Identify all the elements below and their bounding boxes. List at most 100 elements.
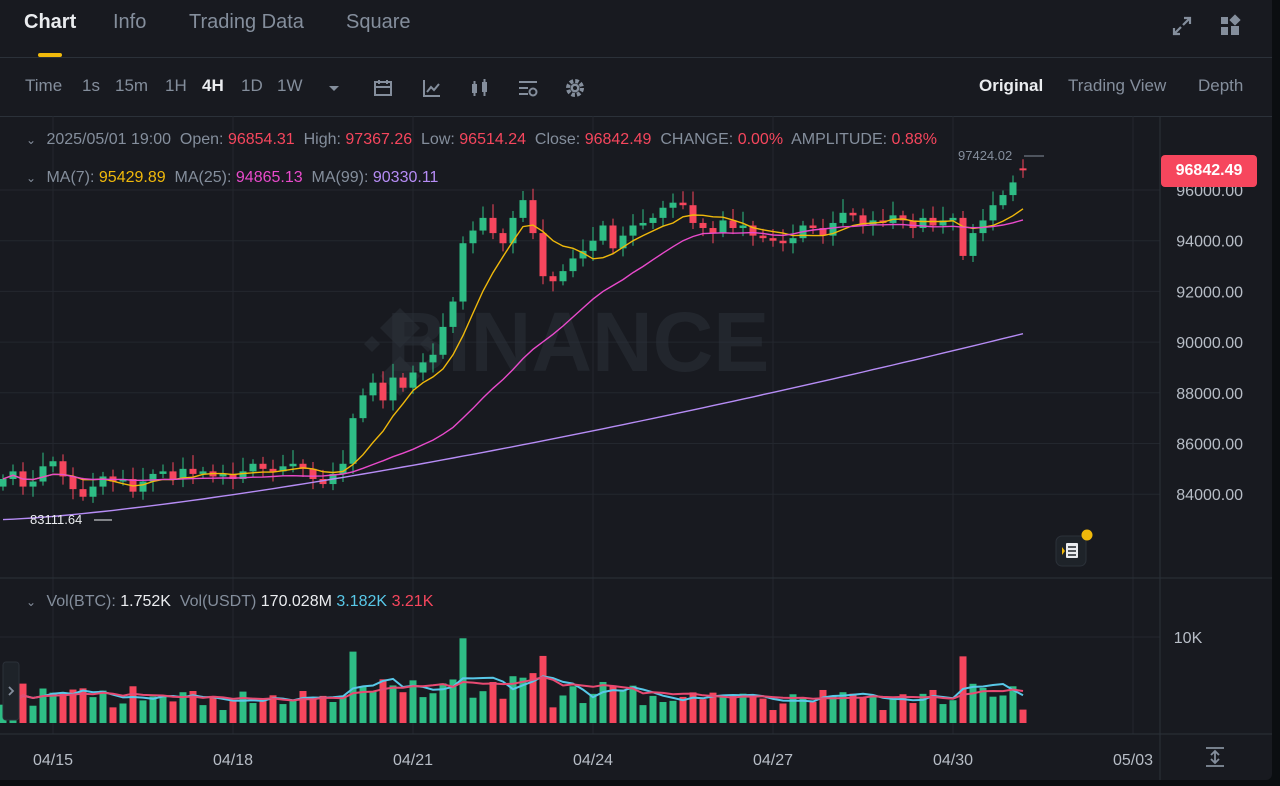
notes-icon[interactable] bbox=[1054, 528, 1094, 568]
high-marker-label: 97424.02 bbox=[958, 148, 1012, 163]
candle-body bbox=[669, 202, 677, 208]
candle-body bbox=[719, 220, 727, 234]
view-original[interactable]: Original bbox=[979, 76, 1043, 96]
interval-4h[interactable]: 4H bbox=[202, 76, 224, 96]
candle-body bbox=[99, 476, 107, 487]
tab-bar: Chart Info Trading Data Square bbox=[0, 0, 1272, 58]
change-value: 0.00% bbox=[737, 131, 784, 148]
view-depth[interactable]: Depth bbox=[1198, 76, 1243, 96]
volume-bar bbox=[559, 695, 567, 723]
left-scroll-handle-icon[interactable] bbox=[0, 660, 22, 722]
view-trading-view[interactable]: Trading View bbox=[1068, 76, 1166, 96]
candle-body bbox=[589, 240, 597, 251]
candle-body bbox=[949, 217, 957, 221]
volume-bar bbox=[809, 701, 817, 723]
candle-body bbox=[399, 377, 407, 388]
time-tick-label: 05/03 bbox=[1113, 752, 1153, 769]
volume-bar bbox=[89, 697, 97, 723]
calendar-icon[interactable] bbox=[372, 77, 394, 99]
candle-body bbox=[999, 195, 1007, 206]
volume-bar bbox=[149, 696, 157, 723]
candle-body bbox=[609, 225, 617, 249]
candle-body bbox=[479, 217, 487, 231]
layout-grid-icon[interactable] bbox=[1218, 14, 1242, 38]
time-tick-label: 04/18 bbox=[213, 752, 253, 769]
tab-info[interactable]: Info bbox=[113, 11, 146, 34]
volume-bar bbox=[469, 697, 477, 723]
candle-body bbox=[739, 225, 747, 229]
candle-body bbox=[539, 233, 547, 277]
volume-bar bbox=[289, 700, 297, 723]
gear-icon[interactable] bbox=[564, 77, 586, 99]
volume-bar bbox=[129, 686, 137, 723]
collapse-icon[interactable]: ⌄ bbox=[26, 595, 42, 609]
candle-body bbox=[79, 489, 87, 497]
candlestick-chart[interactable]: BINANCE 96000.0094000.0092000.0090000.00… bbox=[0, 116, 1272, 780]
tab-trading-data[interactable]: Trading Data bbox=[189, 11, 304, 34]
candle-body bbox=[449, 301, 457, 327]
chart-settings-list-icon[interactable] bbox=[517, 77, 539, 99]
candle-body bbox=[1009, 182, 1017, 196]
collapse-icon[interactable]: ⌄ bbox=[26, 171, 42, 185]
candle-body bbox=[459, 243, 467, 302]
interval-1s[interactable]: 1s bbox=[82, 76, 100, 96]
candle-body bbox=[0, 478, 7, 487]
volume-bar bbox=[889, 698, 897, 723]
indicators-icon[interactable] bbox=[421, 77, 443, 99]
vol-ma2-value: 3.21K bbox=[391, 593, 434, 610]
vol-usdt-label: Vol(USDT) bbox=[179, 593, 257, 610]
ohlc-datetime: 2025/05/01 19:00 bbox=[46, 131, 172, 148]
chart-toolbar: Time 1s 15m 1H 4H 1D 1W Original Trading… bbox=[0, 58, 1272, 117]
volume-bar bbox=[649, 695, 657, 723]
low-marker-label: 83111.64 bbox=[30, 512, 82, 527]
volume-bar bbox=[839, 692, 847, 723]
candle-body bbox=[559, 271, 567, 282]
volume-bar bbox=[249, 703, 257, 723]
collapse-icon[interactable]: ⌄ bbox=[26, 133, 42, 147]
ma7-value: 95429.89 bbox=[98, 169, 166, 186]
amplitude-label: AMPLITUDE: bbox=[791, 131, 888, 148]
candle-body bbox=[359, 395, 367, 419]
tab-square[interactable]: Square bbox=[346, 11, 411, 34]
vol-usdt-value: 170.028M bbox=[260, 593, 332, 610]
ohlc-row: ⌄ 2025/05/01 19:00 Open: 96854.31 High: … bbox=[26, 131, 937, 149]
candle-body bbox=[549, 276, 557, 282]
interval-time[interactable]: Time bbox=[25, 76, 62, 96]
candle-body bbox=[139, 481, 147, 492]
volume-bar bbox=[59, 693, 67, 723]
volume-bar bbox=[479, 691, 487, 723]
candle-body bbox=[379, 382, 387, 401]
ma7-label: MA(7): bbox=[46, 169, 95, 186]
volume-bar bbox=[659, 702, 667, 723]
volume-bar bbox=[539, 655, 547, 723]
expand-icon[interactable] bbox=[1170, 14, 1194, 38]
candle-body bbox=[29, 481, 37, 487]
interval-1d[interactable]: 1D bbox=[241, 76, 263, 96]
interval-dropdown-icon[interactable] bbox=[326, 80, 342, 96]
tab-chart[interactable]: Chart bbox=[24, 11, 76, 34]
fit-screen-icon[interactable] bbox=[1204, 746, 1226, 768]
candle-body bbox=[69, 476, 77, 490]
volume-bar bbox=[279, 704, 287, 723]
volume-bar bbox=[219, 710, 227, 723]
volume-bar bbox=[229, 700, 237, 723]
volume-bar bbox=[549, 707, 557, 723]
volume-bar bbox=[819, 689, 827, 723]
volume-bar bbox=[329, 702, 337, 723]
volume-bar bbox=[499, 698, 507, 723]
volume-bar bbox=[1019, 709, 1027, 723]
change-label: CHANGE: bbox=[660, 131, 734, 148]
price-tick-label: 86000.00 bbox=[1176, 437, 1243, 454]
candle-type-icon[interactable] bbox=[469, 77, 491, 99]
volume-bar bbox=[569, 686, 577, 723]
volume-bar bbox=[999, 695, 1007, 723]
volume-bar bbox=[599, 681, 607, 723]
candle-body bbox=[489, 217, 497, 234]
interval-1w[interactable]: 1W bbox=[277, 76, 303, 96]
candle-body bbox=[629, 225, 637, 236]
volume-bar bbox=[629, 685, 637, 723]
candle-body bbox=[699, 222, 707, 229]
interval-15m[interactable]: 15m bbox=[115, 76, 148, 96]
volume-bar bbox=[309, 697, 317, 723]
interval-1h[interactable]: 1H bbox=[165, 76, 187, 96]
